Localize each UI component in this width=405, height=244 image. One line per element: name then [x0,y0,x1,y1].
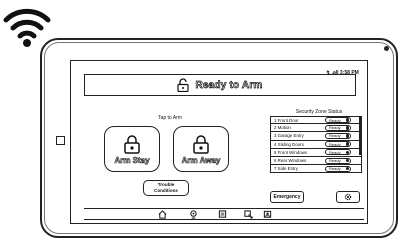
zone-status-badge: Ready [325,157,351,164]
status-dot-icon [345,150,349,155]
arm-stay-label: Arm Stay [114,155,150,165]
arm-status-banner: Ready to Arm [84,74,356,96]
zone-row[interactable]: 6 Rear Windows Ready [270,156,362,166]
zone-name: 5 Front Windows [274,149,307,155]
zone-name: 7 Side Entry [274,166,298,172]
zone-row[interactable]: 5 Front Windows Ready [270,148,362,157]
zone-name: 6 Rear Windows [274,158,307,164]
home-hardware-button[interactable] [56,136,65,145]
trouble-conditions-button[interactable]: Trouble Conditions [143,180,189,196]
rules-icon [243,209,253,219]
zone-list: 1 Front Door Ready 2 Motion Ready 3 Garage E… [270,116,362,174]
zone-row[interactable]: 3 Garage Entry Ready [270,132,362,141]
zone-status-text: Ready [329,158,341,164]
padlock-icon [193,134,209,154]
status-dot-icon [345,134,349,138]
zone-status-badge: Ready [325,149,351,156]
tap-to-arm-label: Tap to Arm [158,115,182,121]
zone-status-text: Ready [329,125,341,131]
nav-home-button[interactable] [157,209,167,219]
zone-status-badge: Ready [325,117,351,124]
emergency-button[interactable]: Emergency [270,191,304,203]
zone-status-badge: Ready [325,165,351,172]
arm-status-text: Ready to Arm [195,79,263,91]
zone-row[interactable]: 7 Side Entry Ready [270,165,362,174]
status-dot-icon [345,118,349,122]
nav-users-button[interactable] [262,209,272,219]
zone-row[interactable]: 4 Sliding Doors Ready [270,140,362,149]
status-dot-icon [345,166,349,171]
zone-name: 2 Motion [274,125,291,131]
zone-status-text: Ready [329,141,341,147]
nav-camera-button[interactable] [188,209,198,219]
padlock-icon [124,134,140,154]
zone-row[interactable]: 1 Front Door Ready [270,116,362,125]
scenes-icon [218,209,226,218]
zone-status-text: Ready [329,133,341,139]
gear-icon [344,193,352,201]
arm-away-button[interactable]: Arm Away [173,126,229,172]
zone-status-badge: Ready [325,141,351,148]
front-camera [384,46,389,51]
nav-scenes-button[interactable] [217,209,227,219]
zone-status-badge: Ready [325,132,351,139]
settings-button[interactable] [336,191,360,203]
zone-row[interactable]: 2 Motion Ready [270,124,362,133]
users-icon [263,210,271,218]
zone-name: 1 Front Door [274,117,299,123]
zone-status-text: Ready [329,166,341,172]
zone-name: 3 Garage Entry [274,133,304,139]
conditions-label: Conditions [154,188,178,193]
home-icon [158,209,166,219]
nav-rules-button[interactable] [243,209,253,219]
status-dot-icon [345,158,349,163]
status-dot-icon [345,126,349,130]
zone-name: 4 Sliding Doors [274,141,304,147]
arm-away-label: Arm Away [181,155,221,165]
zone-list-scrollbar[interactable] [359,117,361,155]
status-dot-icon [345,142,349,146]
arm-stay-button[interactable]: Arm Stay [104,126,160,172]
zone-status-title: Security Zone Status [295,109,343,115]
zone-status-text: Ready [329,149,341,155]
padlock-open-icon [177,78,190,92]
camera-icon [189,209,197,219]
zone-status-badge: Ready [325,124,351,131]
zone-status-text: Ready [329,117,341,123]
